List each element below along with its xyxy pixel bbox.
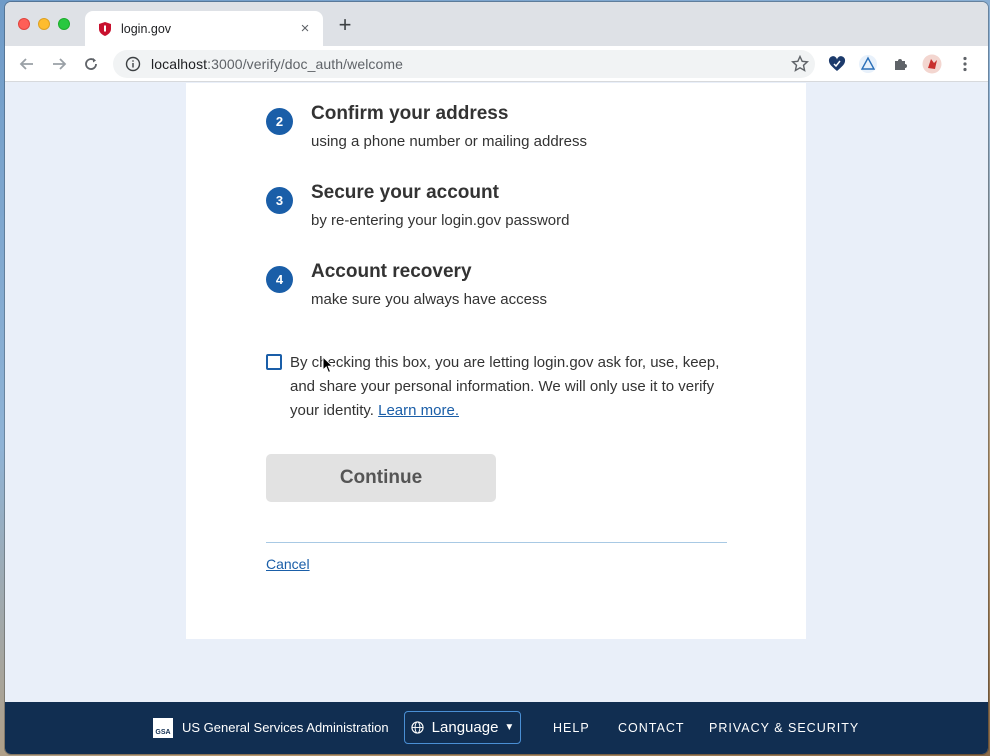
browser-tab-login-gov[interactable]: login.gov × bbox=[85, 11, 323, 46]
site-info-icon[interactable] bbox=[125, 56, 141, 72]
continue-button[interactable]: Continue bbox=[266, 454, 496, 502]
step-number-badge: 4 bbox=[266, 266, 293, 293]
cancel-link[interactable]: Cancel bbox=[266, 556, 310, 572]
footer-link-privacy-security[interactable]: PRIVACY & SECURITY bbox=[709, 721, 859, 735]
language-label: Language bbox=[431, 719, 499, 736]
consent-checkbox[interactable] bbox=[266, 354, 282, 370]
divider bbox=[266, 542, 727, 543]
agency-name[interactable]: US General Services Administration bbox=[182, 720, 389, 735]
puzzle-extension-icon[interactable] bbox=[890, 54, 910, 74]
minimize-window-button[interactable] bbox=[38, 18, 50, 30]
close-window-button[interactable] bbox=[18, 18, 30, 30]
step-description: by re-entering your login.gov password bbox=[311, 212, 570, 229]
step-title: Account recovery bbox=[311, 261, 472, 282]
url-text: localhost:3000/verify/doc_auth/welcome bbox=[151, 56, 404, 72]
shield-icon bbox=[99, 21, 111, 36]
step-description: using a phone number or mailing address bbox=[311, 133, 587, 150]
page-viewport: 2 Confirm your address using a phone num… bbox=[5, 83, 988, 702]
step-number-badge: 2 bbox=[266, 108, 293, 135]
triangle-extension-icon[interactable] bbox=[858, 54, 878, 74]
caret-down-icon: ▼ bbox=[504, 722, 515, 733]
step-number-badge: 3 bbox=[266, 187, 293, 214]
forward-icon[interactable] bbox=[47, 52, 71, 76]
tab-title: login.gov bbox=[121, 21, 172, 36]
footer-link-contact[interactable]: CONTACT bbox=[618, 721, 685, 735]
step-title: Confirm your address bbox=[311, 103, 509, 124]
reload-icon[interactable] bbox=[79, 52, 103, 76]
close-tab-icon[interactable]: × bbox=[297, 20, 313, 37]
language-dropdown-button[interactable]: Language ▼ bbox=[404, 711, 521, 744]
address-bar[interactable]: localhost:3000/verify/doc_auth/welcome bbox=[113, 50, 815, 78]
back-icon[interactable] bbox=[15, 52, 39, 76]
maximize-window-button[interactable] bbox=[58, 18, 70, 30]
bookmark-star-icon[interactable] bbox=[791, 55, 809, 73]
browser-window: login.gov × + localhost:3000/verify/doc_… bbox=[5, 2, 988, 754]
globe-icon bbox=[411, 721, 424, 734]
step-title: Secure your account bbox=[311, 182, 499, 203]
verify-card: 2 Confirm your address using a phone num… bbox=[186, 83, 806, 639]
mouse-cursor-icon bbox=[322, 356, 334, 374]
heart-extension-icon[interactable] bbox=[827, 54, 847, 74]
profile-avatar-icon[interactable] bbox=[922, 54, 942, 74]
step-description: make sure you always have access bbox=[311, 291, 547, 308]
site-footer: GSA US General Services Administration L… bbox=[5, 702, 988, 754]
learn-more-link[interactable]: Learn more. bbox=[378, 402, 459, 419]
consent-label[interactable]: By checking this box, you are letting lo… bbox=[290, 351, 730, 423]
new-tab-icon[interactable]: + bbox=[335, 14, 355, 36]
menu-kebab-icon[interactable] bbox=[955, 54, 975, 74]
tab-strip: login.gov × + bbox=[5, 2, 988, 46]
browser-toolbar: localhost:3000/verify/doc_auth/welcome bbox=[5, 46, 988, 82]
gsa-logo-icon: GSA bbox=[153, 718, 173, 738]
footer-link-help[interactable]: HELP bbox=[553, 721, 590, 735]
